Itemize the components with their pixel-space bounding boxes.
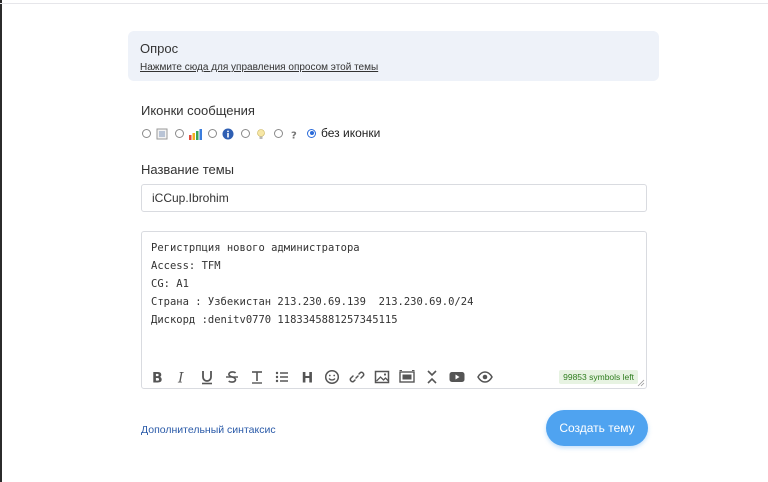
italic-icon[interactable]: I: [173, 368, 191, 386]
message-icons-label: Иконки сообщения: [141, 103, 255, 118]
image-icon[interactable]: [373, 368, 391, 386]
create-topic-button[interactable]: Создать тему: [546, 410, 648, 446]
collapse-icon[interactable]: [423, 368, 441, 386]
no-icon-radio[interactable]: [307, 128, 316, 138]
question-icon: ?: [287, 127, 301, 142]
svg-text:I: I: [177, 371, 184, 386]
link-icon[interactable]: [348, 368, 366, 386]
svg-text:B: B: [152, 371, 163, 386]
message-textarea[interactable]: Регистрпция нового администратора Access…: [151, 239, 473, 329]
poll-title: Опрос: [140, 41, 179, 56]
preview-icon[interactable]: [476, 368, 494, 386]
info-icon: [221, 127, 235, 140]
symbols-left-counter: 99853 symbols left: [559, 370, 638, 384]
poll-section: Опрос Нажмите сюда для управления опросо…: [128, 31, 659, 81]
svg-text:?: ?: [291, 131, 297, 141]
bar-chart-icon: [188, 127, 202, 140]
resize-grip-icon[interactable]: [637, 379, 645, 387]
no-icon-label: без иконки: [321, 126, 381, 140]
video-icon[interactable]: [448, 368, 466, 386]
emoji-icon[interactable]: [323, 368, 341, 386]
lightbulb-icon: [254, 127, 268, 139]
extra-syntax-link[interactable]: Дополнительный синтаксис: [141, 424, 276, 436]
top-divider: [0, 3, 768, 4]
left-window-edge: [0, 0, 2, 482]
poll-manage-link[interactable]: Нажмите сюда для управления опросом этой…: [140, 62, 378, 73]
underline-icon[interactable]: [198, 368, 216, 386]
gallery-icon[interactable]: [398, 368, 416, 386]
heading-icon[interactable]: H: [298, 368, 316, 386]
image-icon: [155, 127, 169, 140]
text-size-icon[interactable]: [248, 368, 266, 386]
topic-title-input[interactable]: [141, 184, 647, 212]
message-editor[interactable]: Регистрпция нового администратора Access…: [141, 231, 647, 389]
icon-option-radio-2[interactable]: [175, 128, 184, 138]
editor-toolbar: B I H 99853 symbols left: [142, 366, 646, 388]
strikethrough-icon[interactable]: [223, 368, 241, 386]
message-icons-options: ? без иконки: [142, 125, 381, 142]
svg-text:H: H: [302, 371, 314, 386]
icon-option-radio-5[interactable]: [274, 128, 283, 138]
icon-option-radio-3[interactable]: [208, 128, 217, 138]
topic-title-label: Название темы: [141, 162, 235, 177]
icon-option-radio-4[interactable]: [241, 128, 250, 138]
list-icon[interactable]: [273, 368, 291, 386]
icon-option-radio-1[interactable]: [142, 128, 151, 138]
bold-icon[interactable]: B: [148, 368, 166, 386]
